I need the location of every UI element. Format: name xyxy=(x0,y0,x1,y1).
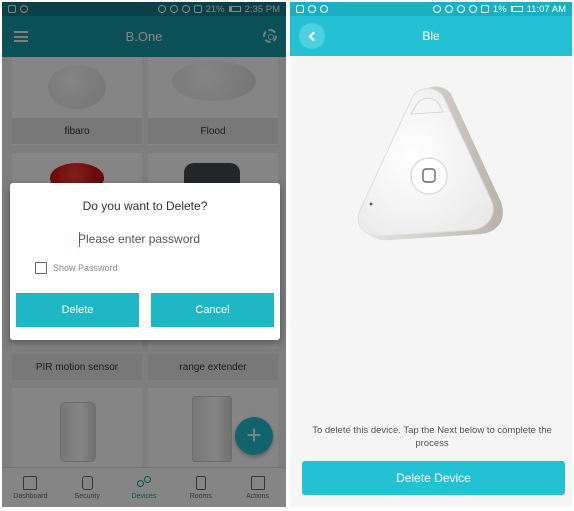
cancel-button[interactable]: Cancel xyxy=(151,293,274,327)
sim-icon xyxy=(480,5,489,13)
show-password-checkbox[interactable] xyxy=(35,262,47,274)
app-bar: Ble xyxy=(290,16,572,56)
usb-icon xyxy=(308,5,316,13)
delete-button[interactable]: Delete xyxy=(16,293,139,327)
right-status-bar: 1% 11:07 AM xyxy=(290,2,572,16)
mute-icon xyxy=(456,5,465,13)
battery-percent: 1% xyxy=(492,3,507,15)
left-phone-screen: 21% 2:35 PM B.One fibaro Flood PIR motio… xyxy=(2,2,286,507)
password-input[interactable] xyxy=(78,230,248,248)
delete-device-button[interactable]: Delete Device xyxy=(302,461,565,495)
delete-instructions: To delete this device. Tap the Next belo… xyxy=(312,425,552,449)
right-phone-screen: 1% 11:07 AM Ble To delete this device. T… xyxy=(290,2,572,507)
show-password-toggle[interactable]: Show Password xyxy=(35,262,118,274)
gallery-icon xyxy=(296,5,304,13)
battery-icon xyxy=(510,6,523,12)
dialog-title: Do you want to Delete? xyxy=(82,199,208,213)
bluetooth-icon xyxy=(444,5,453,13)
ble-tag-device-image xyxy=(357,86,503,241)
page-title: Ble xyxy=(422,29,440,43)
back-button[interactable] xyxy=(299,23,325,49)
delete-dialog: Do you want to Delete? Show Password Del… xyxy=(10,183,280,340)
sync-icon xyxy=(320,5,328,13)
clock: 11:07 AM xyxy=(526,3,566,15)
chevron-left-icon xyxy=(308,31,319,41)
wifi-icon xyxy=(468,5,477,13)
show-password-label: Show Password xyxy=(53,263,118,273)
location-icon xyxy=(432,5,441,13)
